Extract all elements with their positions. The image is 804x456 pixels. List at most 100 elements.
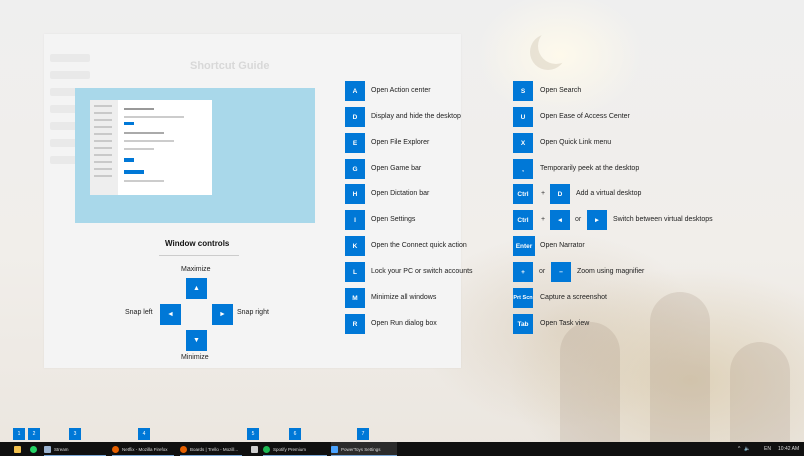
key-tab: Tab: [513, 314, 533, 334]
ghost-settings-title: Shortcut Guide: [190, 60, 270, 72]
taskbar-number-badge: 6: [289, 428, 301, 440]
maximize-label: Maximize: [181, 266, 211, 273]
key-right-arrow: ►: [587, 210, 607, 230]
speaker-icon[interactable]: 🔈: [744, 446, 750, 452]
taskbar: Stream Netflix - Mozilla Firefox Boards …: [0, 442, 804, 456]
taskbar-app-generic[interactable]: [251, 442, 261, 456]
tree-decoration: [650, 292, 710, 442]
shortcut-desc: Open File Explorer: [371, 139, 430, 146]
taskbar-number-badge: 4: [138, 428, 150, 440]
key-comma: ,: [513, 159, 533, 179]
firefox-icon: [112, 445, 119, 453]
heading-divider: [159, 255, 239, 256]
plus-separator: +: [541, 190, 546, 197]
powertoys-icon: [331, 445, 338, 453]
taskbar-app-spotify[interactable]: Spotify Premium: [263, 442, 327, 456]
key-h: H: [345, 184, 365, 204]
minimize-label: Minimize: [181, 354, 209, 361]
key-k: K: [345, 236, 365, 256]
thumbnail-window: [90, 100, 212, 195]
shortcut-desc: Open the Connect quick action: [371, 242, 467, 249]
shortcut-desc: Open Task view: [540, 320, 590, 327]
taskbar-app-label: Stream: [54, 446, 69, 452]
shortcut-desc: Open Ease of Access Center: [540, 113, 630, 120]
taskbar-app-firefox[interactable]: Netflix - Mozilla Firefox: [112, 442, 174, 456]
clock[interactable]: 10:42 AM: [778, 442, 799, 456]
key-e: E: [345, 133, 365, 153]
whatsapp-button[interactable]: [30, 442, 40, 456]
moon-decoration: [538, 28, 574, 64]
key-ctrl: Ctrl: [513, 210, 533, 230]
taskbar-app-label: Netflix - Mozilla Firefox: [122, 446, 168, 452]
arrow-right-icon: ►: [212, 304, 233, 325]
taskbar-app-label: Spotify Premium: [273, 446, 307, 452]
system-tray[interactable]: ^ 🔈: [738, 442, 755, 456]
key-d: D: [345, 107, 365, 127]
shortcut-desc: Open Run dialog box: [371, 320, 437, 327]
or-separator: or: [539, 268, 546, 275]
key-left-arrow: ◄: [550, 210, 570, 230]
key-g: G: [345, 159, 365, 179]
taskbar-number-badge: 2: [28, 428, 40, 440]
key-s: S: [513, 81, 533, 101]
shortcut-desc: Add a virtual desktop: [576, 190, 642, 197]
shortcut-desc: Lock your PC or switch accounts: [371, 268, 473, 275]
window-controls-heading: Window controls: [165, 239, 230, 248]
file-explorer-button[interactable]: [14, 442, 24, 456]
key-r: R: [345, 314, 365, 334]
folder-icon: [14, 445, 21, 453]
key-plus: +: [513, 262, 533, 282]
shortcut-desc: Switch between virtual desktops: [613, 216, 713, 223]
taskbar-number-badge: 5: [247, 428, 259, 440]
key-a: A: [345, 81, 365, 101]
key-u: U: [513, 107, 533, 127]
taskbar-number-badge: 7: [357, 428, 369, 440]
stream-icon: [44, 445, 51, 453]
taskbar-app-stream[interactable]: Stream: [44, 442, 106, 456]
or-separator: or: [575, 216, 582, 223]
tree-decoration: [730, 342, 790, 442]
key-x: X: [513, 133, 533, 153]
spotify-icon: [263, 445, 270, 453]
language-indicator[interactable]: EN: [764, 442, 771, 456]
key-l: L: [345, 262, 365, 282]
taskbar-number-badge: 1: [13, 428, 25, 440]
key-enter: Enter: [513, 236, 535, 256]
shortcut-desc: Display and hide the desktop: [371, 113, 461, 120]
chevron-up-icon[interactable]: ^: [738, 446, 740, 452]
window-controls-preview: Shortcut Guide Window controls Maximize …: [44, 34, 461, 368]
plus-separator: +: [541, 216, 546, 223]
shortcut-desc: Temporarily peek at the desktop: [540, 165, 640, 172]
key-minus: −: [551, 262, 571, 282]
desktop-thumbnail: [75, 88, 315, 223]
shortcut-desc: Open Game bar: [371, 165, 422, 172]
key-ctrl: Ctrl: [513, 184, 533, 204]
key-d: D: [550, 184, 570, 204]
taskbar-app-label: PowerToys Settings: [341, 446, 381, 452]
app-icon: [251, 445, 258, 453]
snap-right-label: Snap right: [237, 309, 269, 316]
key-m: M: [345, 288, 365, 308]
shortcut-desc: Capture a screenshot: [540, 294, 607, 301]
shortcut-desc: Open Action center: [371, 87, 431, 94]
shortcut-desc: Zoom using magnifier: [577, 268, 645, 275]
arrow-left-icon: ◄: [160, 304, 181, 325]
shortcut-desc: Open Dictation bar: [371, 190, 430, 197]
key-prtscn: Prt Scn: [513, 288, 533, 308]
shortcut-desc: Open Search: [540, 87, 582, 94]
arrow-down-icon: ▼: [186, 330, 207, 351]
tree-decoration: [560, 322, 620, 442]
taskbar-app-label: Boards | Trello - Mozill...: [190, 446, 239, 452]
snap-left-label: Snap left: [125, 309, 153, 316]
shortcut-desc: Open Quick Link menu: [540, 139, 612, 146]
key-i: I: [345, 210, 365, 230]
arrow-up-icon: ▲: [186, 278, 207, 299]
shortcut-desc: Minimize all windows: [371, 294, 437, 301]
taskbar-app-powertoys[interactable]: PowerToys Settings: [331, 442, 397, 456]
shortcut-desc: Open Narrator: [540, 242, 585, 249]
taskbar-number-badge: 3: [69, 428, 81, 440]
firefox-icon: [180, 445, 187, 453]
shortcut-desc: Open Settings: [371, 216, 416, 223]
whatsapp-icon: [30, 445, 37, 453]
taskbar-app-trello[interactable]: Boards | Trello - Mozill...: [180, 442, 242, 456]
